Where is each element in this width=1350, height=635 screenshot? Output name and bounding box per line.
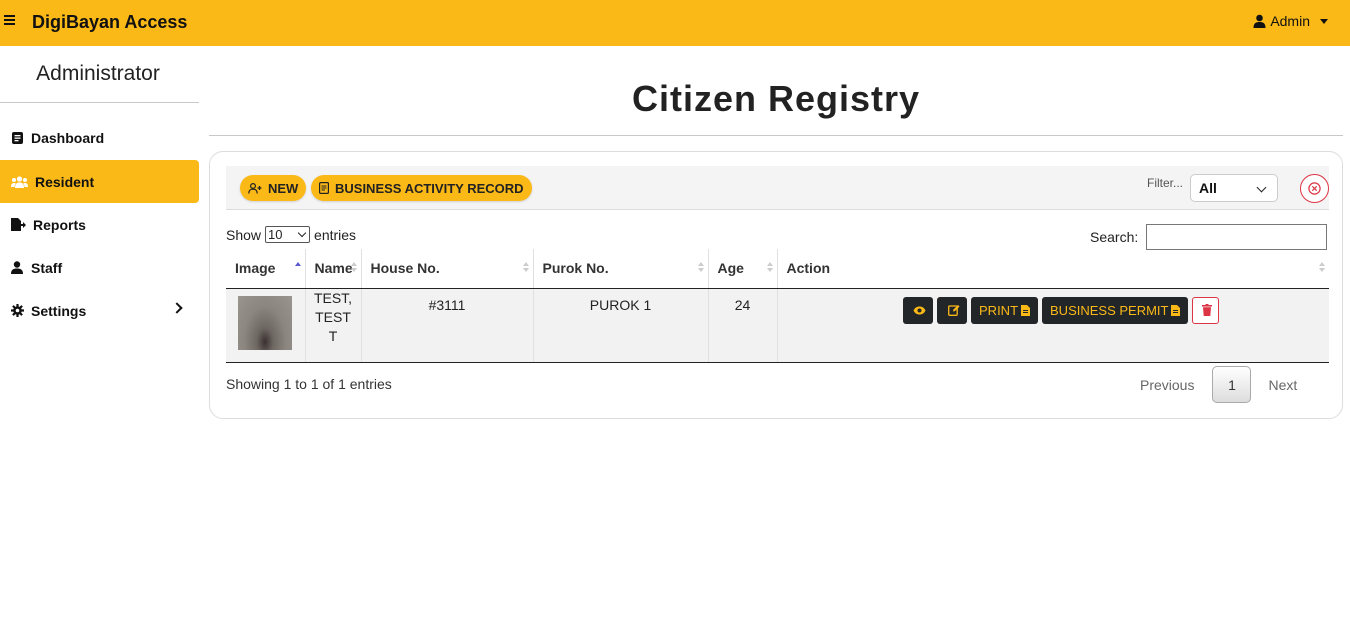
entries-length-control: Show 10 entries — [226, 226, 356, 243]
gear-icon — [10, 304, 24, 318]
print-label: PRINT — [979, 302, 1019, 318]
new-button[interactable]: NEW — [240, 175, 307, 201]
business-permit-button[interactable]: BUSINESS PERMIT — [1042, 296, 1189, 324]
sidebar-item-label: Staff — [31, 259, 63, 276]
report-icon — [10, 218, 26, 232]
column-header-action[interactable]: Action — [777, 249, 1329, 289]
user-menu[interactable]: Admin — [1253, 13, 1328, 29]
sidebar-item-reports[interactable]: Reports — [0, 203, 199, 246]
clear-filter-button[interactable] — [1300, 174, 1329, 203]
users-icon — [10, 175, 28, 189]
title-divider — [209, 135, 1343, 136]
app-brand[interactable]: DigiBayan Access — [32, 12, 187, 33]
sidebar-item-resident[interactable]: Resident — [0, 160, 199, 203]
entries-label: entries — [314, 226, 357, 243]
column-header-house-no[interactable]: House No. — [361, 249, 534, 289]
top-navbar: DigiBayan Access Admin — [0, 0, 1350, 46]
user-name: Admin — [1270, 13, 1310, 29]
filter-value: All — [1199, 180, 1217, 196]
sidebar-title: Administrator — [36, 62, 160, 85]
user-plus-icon — [248, 182, 262, 194]
pagination: Previous 1 Next — [1140, 366, 1297, 403]
resident-photo — [238, 295, 293, 350]
document-icon — [319, 182, 329, 194]
sidebar-item-label: Settings — [31, 302, 87, 319]
user-icon — [10, 261, 24, 275]
eye-icon — [913, 306, 926, 314]
chevron-down-icon — [297, 228, 307, 238]
previous-page-button[interactable]: Previous — [1140, 377, 1194, 393]
registry-card: NEW BUSINESS ACTIVITY RECORD Filter... A… — [209, 151, 1343, 419]
age-cell: 24 — [708, 288, 778, 363]
column-header-image[interactable]: Image — [226, 249, 306, 289]
filter-label: Filter... — [1147, 176, 1184, 190]
column-header-purok-no[interactable]: Purok No. — [533, 249, 709, 289]
filter-select[interactable]: All — [1190, 174, 1278, 202]
table-toolbar: NEW BUSINESS ACTIVITY RECORD Filter... A… — [226, 166, 1329, 210]
sort-icon — [522, 262, 529, 274]
business-permit-label: BUSINESS PERMIT — [1050, 302, 1169, 318]
sidebar: Administrator Dashboard Resident Reports… — [0, 46, 200, 635]
sidebar-item-dashboard[interactable]: Dashboard — [0, 116, 199, 159]
image-cell — [226, 288, 306, 363]
sort-icon — [350, 262, 357, 274]
search-input[interactable] — [1146, 224, 1328, 250]
search-label: Search: — [1090, 229, 1139, 245]
entries-value: 10 — [268, 227, 283, 242]
sidebar-divider — [0, 102, 199, 103]
file-icon — [1171, 304, 1181, 316]
chevron-down-icon — [1320, 18, 1328, 24]
trash-icon — [1202, 304, 1213, 316]
sidebar-item-label: Dashboard — [31, 129, 105, 146]
show-label: Show — [226, 226, 262, 243]
sidebar-item-staff[interactable]: Staff — [0, 246, 199, 289]
row-actions: PRINT BUSINESS PERMIT — [778, 296, 1330, 324]
table-row: TEST, TEST T #3111 PUROK 1 24 PRINT BUSI… — [226, 288, 1330, 363]
view-button[interactable] — [903, 296, 934, 324]
dashboard-icon — [10, 131, 24, 145]
house-no-cell: #3111 — [361, 288, 534, 363]
file-icon — [1021, 304, 1031, 316]
page-1-button[interactable]: 1 — [1212, 366, 1252, 403]
menu-toggle-icon[interactable] — [4, 13, 16, 27]
sort-ascending-icon — [294, 262, 301, 274]
business-activity-record-button[interactable]: BUSINESS ACTIVITY RECORD — [311, 175, 532, 201]
page-title: Citizen Registry — [631, 78, 921, 119]
name-cell: TEST, TEST T — [305, 288, 362, 363]
column-header-age[interactable]: Age — [708, 249, 778, 289]
edit-icon — [947, 305, 960, 316]
sidebar-item-settings[interactable]: Settings — [0, 289, 199, 332]
action-cell: PRINT BUSINESS PERMIT — [777, 288, 1330, 363]
next-page-button[interactable]: Next — [1268, 377, 1297, 393]
edit-button[interactable] — [937, 296, 968, 324]
sort-icon — [1319, 262, 1325, 274]
sort-icon — [697, 262, 704, 274]
residents-table: Image Name House No. Purok No. Age Actio… — [226, 249, 1329, 363]
sidebar-item-label: Reports — [33, 216, 86, 233]
purok-no-cell: PUROK 1 — [533, 288, 709, 363]
print-button[interactable]: PRINT — [971, 296, 1039, 324]
search-control: Search: — [1090, 224, 1328, 250]
column-header-name[interactable]: Name — [305, 249, 362, 289]
table-info: Showing 1 to 1 of 1 entries — [226, 376, 392, 392]
delete-button[interactable] — [1192, 296, 1220, 324]
new-button-label: NEW — [268, 180, 299, 196]
close-circle-icon — [1308, 182, 1321, 195]
sort-icon — [766, 262, 773, 274]
business-activity-record-label: BUSINESS ACTIVITY RECORD — [335, 180, 524, 196]
sidebar-item-label: Resident — [35, 173, 95, 190]
chevron-right-icon — [171, 302, 183, 314]
entries-select[interactable]: 10 — [265, 226, 311, 243]
table-header-row: Image Name House No. Purok No. Age Actio… — [226, 249, 1329, 289]
user-icon — [1253, 14, 1266, 28]
chevron-down-icon — [1256, 182, 1267, 193]
